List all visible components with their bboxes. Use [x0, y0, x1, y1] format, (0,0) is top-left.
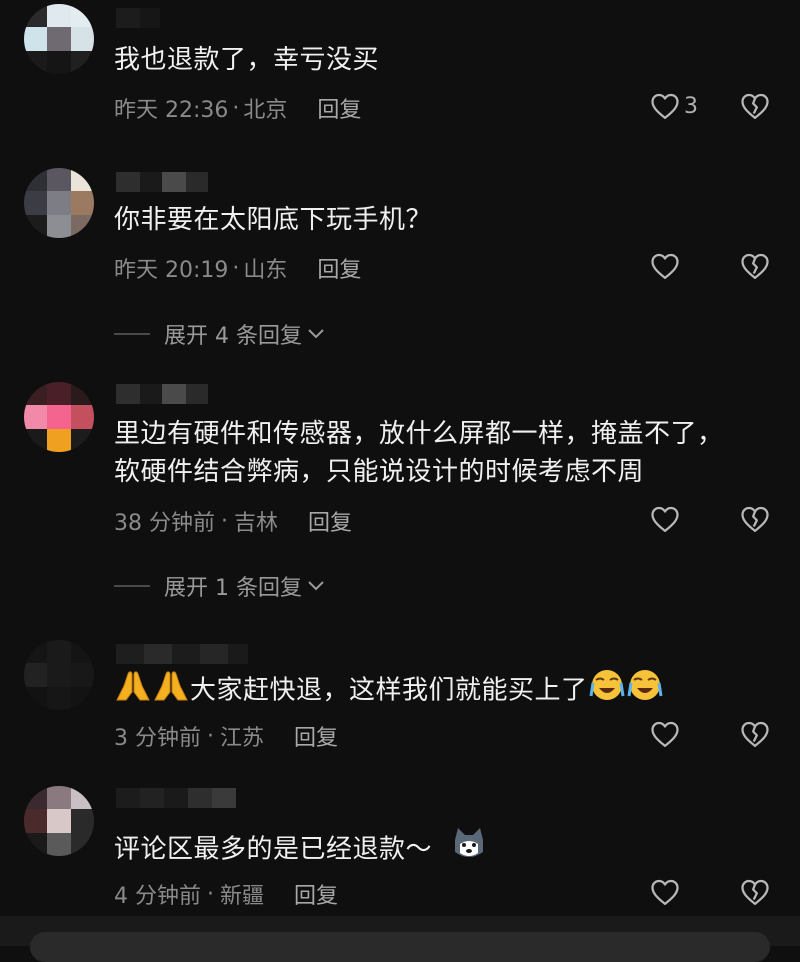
reply-button[interactable]: 回复: [294, 878, 338, 910]
comment-location: 新疆: [220, 884, 265, 909]
comment-meta: 4 分钟前 · 新疆 回复: [114, 878, 338, 910]
expand-replies-button[interactable]: 展开 4 条回复: [114, 318, 326, 350]
comment-text: 评论区最多的是已经退款～: [114, 834, 433, 865]
comment-location: 江苏: [220, 726, 265, 751]
comment-text: 里边有硬件和传感器，放什么屏都一样，掩盖不了，: [114, 419, 724, 449]
comment-text: 大家赶快退，这样我们就能买上了: [190, 675, 588, 706]
like-button[interactable]: [650, 505, 710, 533]
heart-outline-icon: [651, 253, 679, 279]
expand-label: 展开 4 条回复: [164, 324, 302, 349]
comment-text: 你非要在太阳底下玩手机？: [114, 205, 433, 235]
folded-hands-emoji: [114, 668, 152, 714]
loudly-crying-face-emoji: [588, 668, 626, 714]
loudly-crying-face-emoji: [626, 668, 664, 714]
heart-outline-icon: [651, 506, 679, 532]
like-button[interactable]: [650, 878, 710, 906]
comment-text-row: 评论区最多的是已经退款～: [114, 826, 488, 874]
comment-time: 昨天 20:19: [114, 258, 229, 283]
like-button[interactable]: 3: [650, 92, 710, 120]
reply-button[interactable]: 回复: [294, 720, 338, 752]
heart-outline-icon: [651, 721, 679, 747]
dislike-button[interactable]: [740, 252, 770, 280]
comment-meta: 38 分钟前 · 吉林 回复: [114, 505, 352, 537]
username-pixelated[interactable]: [116, 788, 236, 808]
reply-button[interactable]: 回复: [308, 505, 352, 537]
heart-outline-icon: [651, 93, 679, 119]
broken-heart-icon: [741, 506, 769, 532]
comment-text-row: 大家赶快退，这样我们就能买上了: [114, 668, 664, 714]
broken-heart-icon: [741, 879, 769, 905]
avatar[interactable]: [24, 168, 94, 238]
username-pixelated[interactable]: [116, 384, 208, 404]
meta-separator: ·: [232, 255, 240, 281]
avatar[interactable]: [24, 382, 94, 452]
expand-divider-line: [114, 585, 150, 587]
avatar[interactable]: [24, 786, 94, 856]
dislike-button[interactable]: [740, 878, 770, 906]
expand-label: 展开 1 条回复: [164, 576, 302, 601]
comment-meta: 昨天 20:19 · 山东 回复: [114, 252, 361, 284]
broken-heart-icon: [741, 721, 769, 747]
meta-separator: ·: [207, 881, 214, 907]
comment-text-line2: 软硬件结合弊病，只能说设计的时候考虑不周: [114, 457, 645, 487]
comment-time: 38 分钟前: [114, 511, 215, 536]
reply-button[interactable]: 回复: [317, 92, 361, 124]
dislike-button[interactable]: [740, 92, 770, 120]
comment-input-bar[interactable]: [30, 932, 770, 962]
chevron-down-icon: [308, 581, 324, 591]
comment-time: 4 分钟前: [114, 884, 201, 909]
dislike-button[interactable]: [740, 720, 770, 748]
comment-location: 山东: [243, 258, 288, 283]
avatar[interactable]: [24, 640, 94, 710]
comment-actions: [650, 720, 770, 748]
like-button[interactable]: [650, 252, 710, 280]
comment-meta: 昨天 22:36 · 北京 回复: [114, 92, 361, 124]
username-pixelated[interactable]: [116, 8, 160, 28]
comment-meta: 3 分钟前 · 江苏 回复: [114, 720, 338, 752]
meta-separator: ·: [207, 723, 214, 749]
dislike-button[interactable]: [740, 505, 770, 533]
husky-emoji: [450, 826, 488, 874]
broken-heart-icon: [741, 253, 769, 279]
folded-hands-emoji: [152, 668, 190, 714]
expand-replies-button[interactable]: 展开 1 条回复: [114, 570, 326, 602]
expand-divider-line: [114, 333, 150, 335]
username-pixelated[interactable]: [116, 644, 248, 664]
comment-time: 3 分钟前: [114, 726, 201, 751]
like-count: 3: [684, 93, 698, 119]
meta-separator: ·: [232, 95, 240, 121]
comment-actions: [650, 505, 770, 533]
reply-button[interactable]: 回复: [317, 252, 361, 284]
meta-separator: ·: [221, 508, 228, 534]
broken-heart-icon: [741, 93, 769, 119]
heart-outline-icon: [651, 879, 679, 905]
comment-actions: 3: [650, 92, 770, 120]
avatar[interactable]: [24, 4, 94, 74]
like-button[interactable]: [650, 720, 710, 748]
comment-location: 北京: [243, 98, 288, 123]
comment-actions: [650, 878, 770, 906]
comment-text: 我也退款了，幸亏没买: [114, 45, 380, 75]
comment-actions: [650, 252, 770, 280]
comment-time: 昨天 22:36: [114, 98, 229, 123]
username-pixelated[interactable]: [116, 172, 208, 192]
comment-location: 吉林: [234, 511, 279, 536]
chevron-down-icon: [308, 329, 324, 339]
